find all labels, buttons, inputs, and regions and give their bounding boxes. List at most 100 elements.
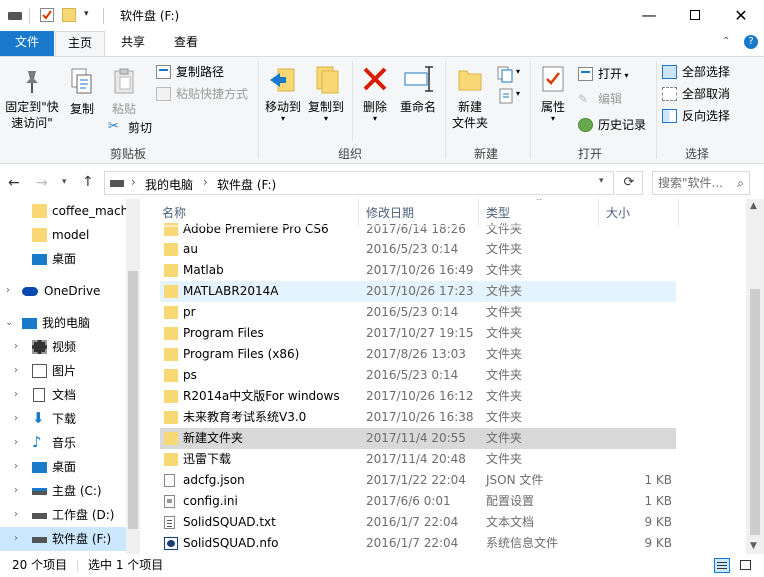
breadcrumb-separator-icon: › bbox=[131, 175, 136, 189]
customize-toolbar-icon[interactable]: ▾ bbox=[84, 9, 89, 19]
refresh-button[interactable]: ⟳ bbox=[616, 171, 643, 195]
file-row[interactable]: Program Files (x86) 2017/8/26 13:03 文件夹 bbox=[160, 344, 676, 365]
chevron-right-icon[interactable]: › bbox=[14, 407, 18, 431]
file-row[interactable]: Program Files 2017/10/27 19:15 文件夹 bbox=[160, 323, 676, 344]
file-list-scrollbar[interactable]: ▲ ▼ bbox=[746, 199, 764, 554]
chevron-right-icon[interactable]: › bbox=[14, 359, 18, 383]
address-bar[interactable]: › 我的电脑 › 软件盘 (F:) ▾ bbox=[104, 171, 614, 195]
help-icon[interactable]: ? bbox=[744, 35, 758, 49]
nav-item-documents[interactable]: › 文档 bbox=[0, 383, 126, 407]
file-row[interactable]: SolidSQUAD.nfo 2016/1/7 22:04 系统信息文件 9 K… bbox=[160, 533, 676, 554]
history-button[interactable]: 历史记录 bbox=[578, 114, 646, 136]
copy-to-button[interactable]: 复制到 ▾ bbox=[305, 63, 347, 123]
chevron-right-icon[interactable]: › bbox=[14, 527, 18, 551]
file-row[interactable]: au 2016/5/23 0:14 文件夹 bbox=[160, 239, 676, 260]
chevron-right-icon[interactable]: › bbox=[14, 503, 18, 527]
edit-label: 编辑 bbox=[598, 92, 623, 106]
select-group-label: 选择 bbox=[684, 147, 709, 161]
open-label: 打开 bbox=[598, 67, 623, 81]
tab-file[interactable]: 文件 bbox=[0, 31, 54, 56]
file-row[interactable]: pr 2016/5/23 0:14 文件夹 bbox=[160, 302, 676, 323]
nav-item-videos[interactable]: › 视频 bbox=[0, 335, 126, 359]
file-row[interactable]: 未来教育考试系统V3.0 2017/10/26 16:38 文件夹 bbox=[160, 407, 676, 428]
chevron-right-icon[interactable]: › bbox=[6, 279, 10, 303]
chevron-right-icon[interactable]: › bbox=[14, 383, 18, 407]
pin-quick-access-button[interactable]: 固定到"快 速访问" bbox=[2, 67, 62, 131]
select-all-button[interactable]: 全部选择 bbox=[662, 61, 730, 83]
move-to-button[interactable]: 移动到 ▾ bbox=[262, 63, 304, 123]
up-arrow-icon[interactable]: ↑ bbox=[82, 174, 94, 190]
chevron-right-icon[interactable]: › bbox=[14, 431, 18, 455]
scroll-up-arrow-icon[interactable]: ▲ bbox=[750, 201, 757, 211]
chevron-right-icon[interactable]: › bbox=[14, 479, 18, 503]
new-group-label: 新建 bbox=[473, 147, 498, 161]
file-row[interactable]: R2014a中文版For windows 2017/10/26 16:12 文件… bbox=[160, 386, 676, 407]
file-row[interactable]: Adobe Premiere Pro CS6 2017/6/14 18:26 文… bbox=[160, 219, 676, 240]
select-none-button[interactable]: 全部取消 bbox=[662, 83, 730, 105]
new-folder-button[interactable]: 新建 文件夹 bbox=[448, 63, 492, 131]
file-row-hovered[interactable]: MATLABR2014A 2017/10/26 17:23 文件夹 bbox=[160, 281, 676, 302]
history-icon bbox=[578, 118, 593, 132]
nav-item-music[interactable]: › ♪ 音乐 bbox=[0, 431, 126, 455]
file-row[interactable]: Matlab 2017/10/26 16:49 文件夹 bbox=[160, 260, 676, 281]
chevron-right-icon[interactable]: › bbox=[14, 335, 18, 359]
open-button[interactable]: 打开 ▾ bbox=[578, 63, 629, 85]
nav-item-drive-c[interactable]: › 主盘 (C:) bbox=[0, 479, 126, 503]
file-list-scroll-thumb[interactable] bbox=[750, 289, 760, 535]
open-group-label: 打开 bbox=[577, 147, 602, 161]
history-label: 历史记录 bbox=[598, 118, 647, 132]
back-arrow-icon[interactable]: ← bbox=[8, 175, 20, 191]
details-view-button[interactable] bbox=[714, 558, 730, 573]
search-input[interactable]: 搜索"软件... ⌕ bbox=[652, 171, 750, 195]
file-row[interactable]: adcfg.json 2017/1/22 22:04 JSON 文件 1 KB bbox=[160, 470, 676, 491]
paste-shortcut-button[interactable]: 粘贴快捷方式 bbox=[156, 83, 248, 105]
file-row[interactable]: SolidSQUAD.txt 2016/1/7 22:04 文本文档 9 KB bbox=[160, 512, 676, 533]
tab-home[interactable]: 主页 bbox=[55, 31, 105, 57]
paste-button[interactable]: 粘贴 bbox=[104, 67, 144, 117]
edit-button[interactable]: ✎ 编辑 bbox=[578, 88, 622, 110]
minimize-button[interactable]: — bbox=[626, 0, 672, 30]
breadcrumb-drive-f[interactable]: 软件盘 (F:) bbox=[217, 176, 276, 193]
cut-button[interactable]: ✂ 剪切 bbox=[108, 117, 152, 139]
nav-scrollbar[interactable] bbox=[126, 199, 140, 554]
nav-scroll-thumb[interactable] bbox=[128, 271, 138, 529]
delete-button[interactable]: 删除 ▾ bbox=[357, 63, 393, 123]
ribbon-collapse-icon[interactable]: ⌃ bbox=[722, 36, 730, 47]
copy-button[interactable]: 复制 bbox=[64, 67, 100, 117]
forward-arrow-icon[interactable]: → bbox=[36, 175, 48, 191]
file-row[interactable]: ps 2016/5/23 0:14 文件夹 bbox=[160, 365, 676, 386]
invert-selection-button[interactable]: 反向选择 bbox=[662, 105, 730, 127]
large-icons-view-button[interactable] bbox=[738, 558, 754, 573]
address-dropdown-chevron-icon[interactable]: ▾ bbox=[599, 176, 604, 186]
recent-locations-chevron-icon[interactable]: ▾ bbox=[62, 177, 67, 187]
nav-item-drive-f[interactable]: › 软件盘 (F:) bbox=[0, 527, 126, 551]
properties-button[interactable]: 属性 ▾ bbox=[534, 63, 572, 123]
new-folder-quick-icon[interactable] bbox=[62, 8, 76, 22]
new-item-icon[interactable] bbox=[496, 65, 516, 83]
nav-item-onedrive[interactable]: › OneDrive bbox=[0, 279, 126, 303]
tab-share[interactable]: 共享 bbox=[108, 31, 158, 56]
breadcrumb-my-computer[interactable]: 我的电脑 bbox=[145, 176, 193, 193]
scroll-down-arrow-icon[interactable]: ▼ bbox=[750, 541, 757, 551]
nav-item-drive-d[interactable]: › 工作盘 (D:) bbox=[0, 503, 126, 527]
properties-check-icon[interactable] bbox=[40, 8, 54, 22]
file-row[interactable]: 迅雷下载 2017/11/4 20:48 文件夹 bbox=[160, 449, 676, 470]
chevron-down-icon[interactable]: ⌄ bbox=[5, 311, 13, 335]
desktop-icon bbox=[32, 254, 47, 265]
easy-access-icon[interactable] bbox=[496, 87, 516, 105]
nav-item-my-computer[interactable]: ⌄ 我的电脑 bbox=[0, 311, 126, 335]
file-row-selected[interactable]: 新建文件夹 2017/11/4 20:55 文件夹 bbox=[160, 428, 676, 449]
maximize-button[interactable] bbox=[672, 0, 718, 30]
rename-button[interactable]: 重命名 bbox=[396, 63, 440, 115]
nav-item-pictures[interactable]: › 图片 bbox=[0, 359, 126, 383]
copy-path-button[interactable]: 复制路径 bbox=[156, 61, 224, 83]
tab-view[interactable]: 查看 bbox=[160, 31, 212, 56]
nav-item-desktop[interactable]: › 桌面 bbox=[0, 455, 126, 479]
chevron-right-icon[interactable]: › bbox=[14, 455, 18, 479]
nav-item-coffee-mach[interactable]: coffee_mach bbox=[0, 199, 126, 223]
nav-item-desktop-quick[interactable]: 桌面 bbox=[0, 247, 126, 271]
nav-item-downloads[interactable]: › ⬇ 下载 bbox=[0, 407, 126, 431]
nav-item-model[interactable]: model bbox=[0, 223, 126, 247]
file-row[interactable]: config.ini 2017/6/6 0:01 配置设置 1 KB bbox=[160, 491, 676, 512]
close-button[interactable]: ✕ bbox=[718, 0, 764, 30]
